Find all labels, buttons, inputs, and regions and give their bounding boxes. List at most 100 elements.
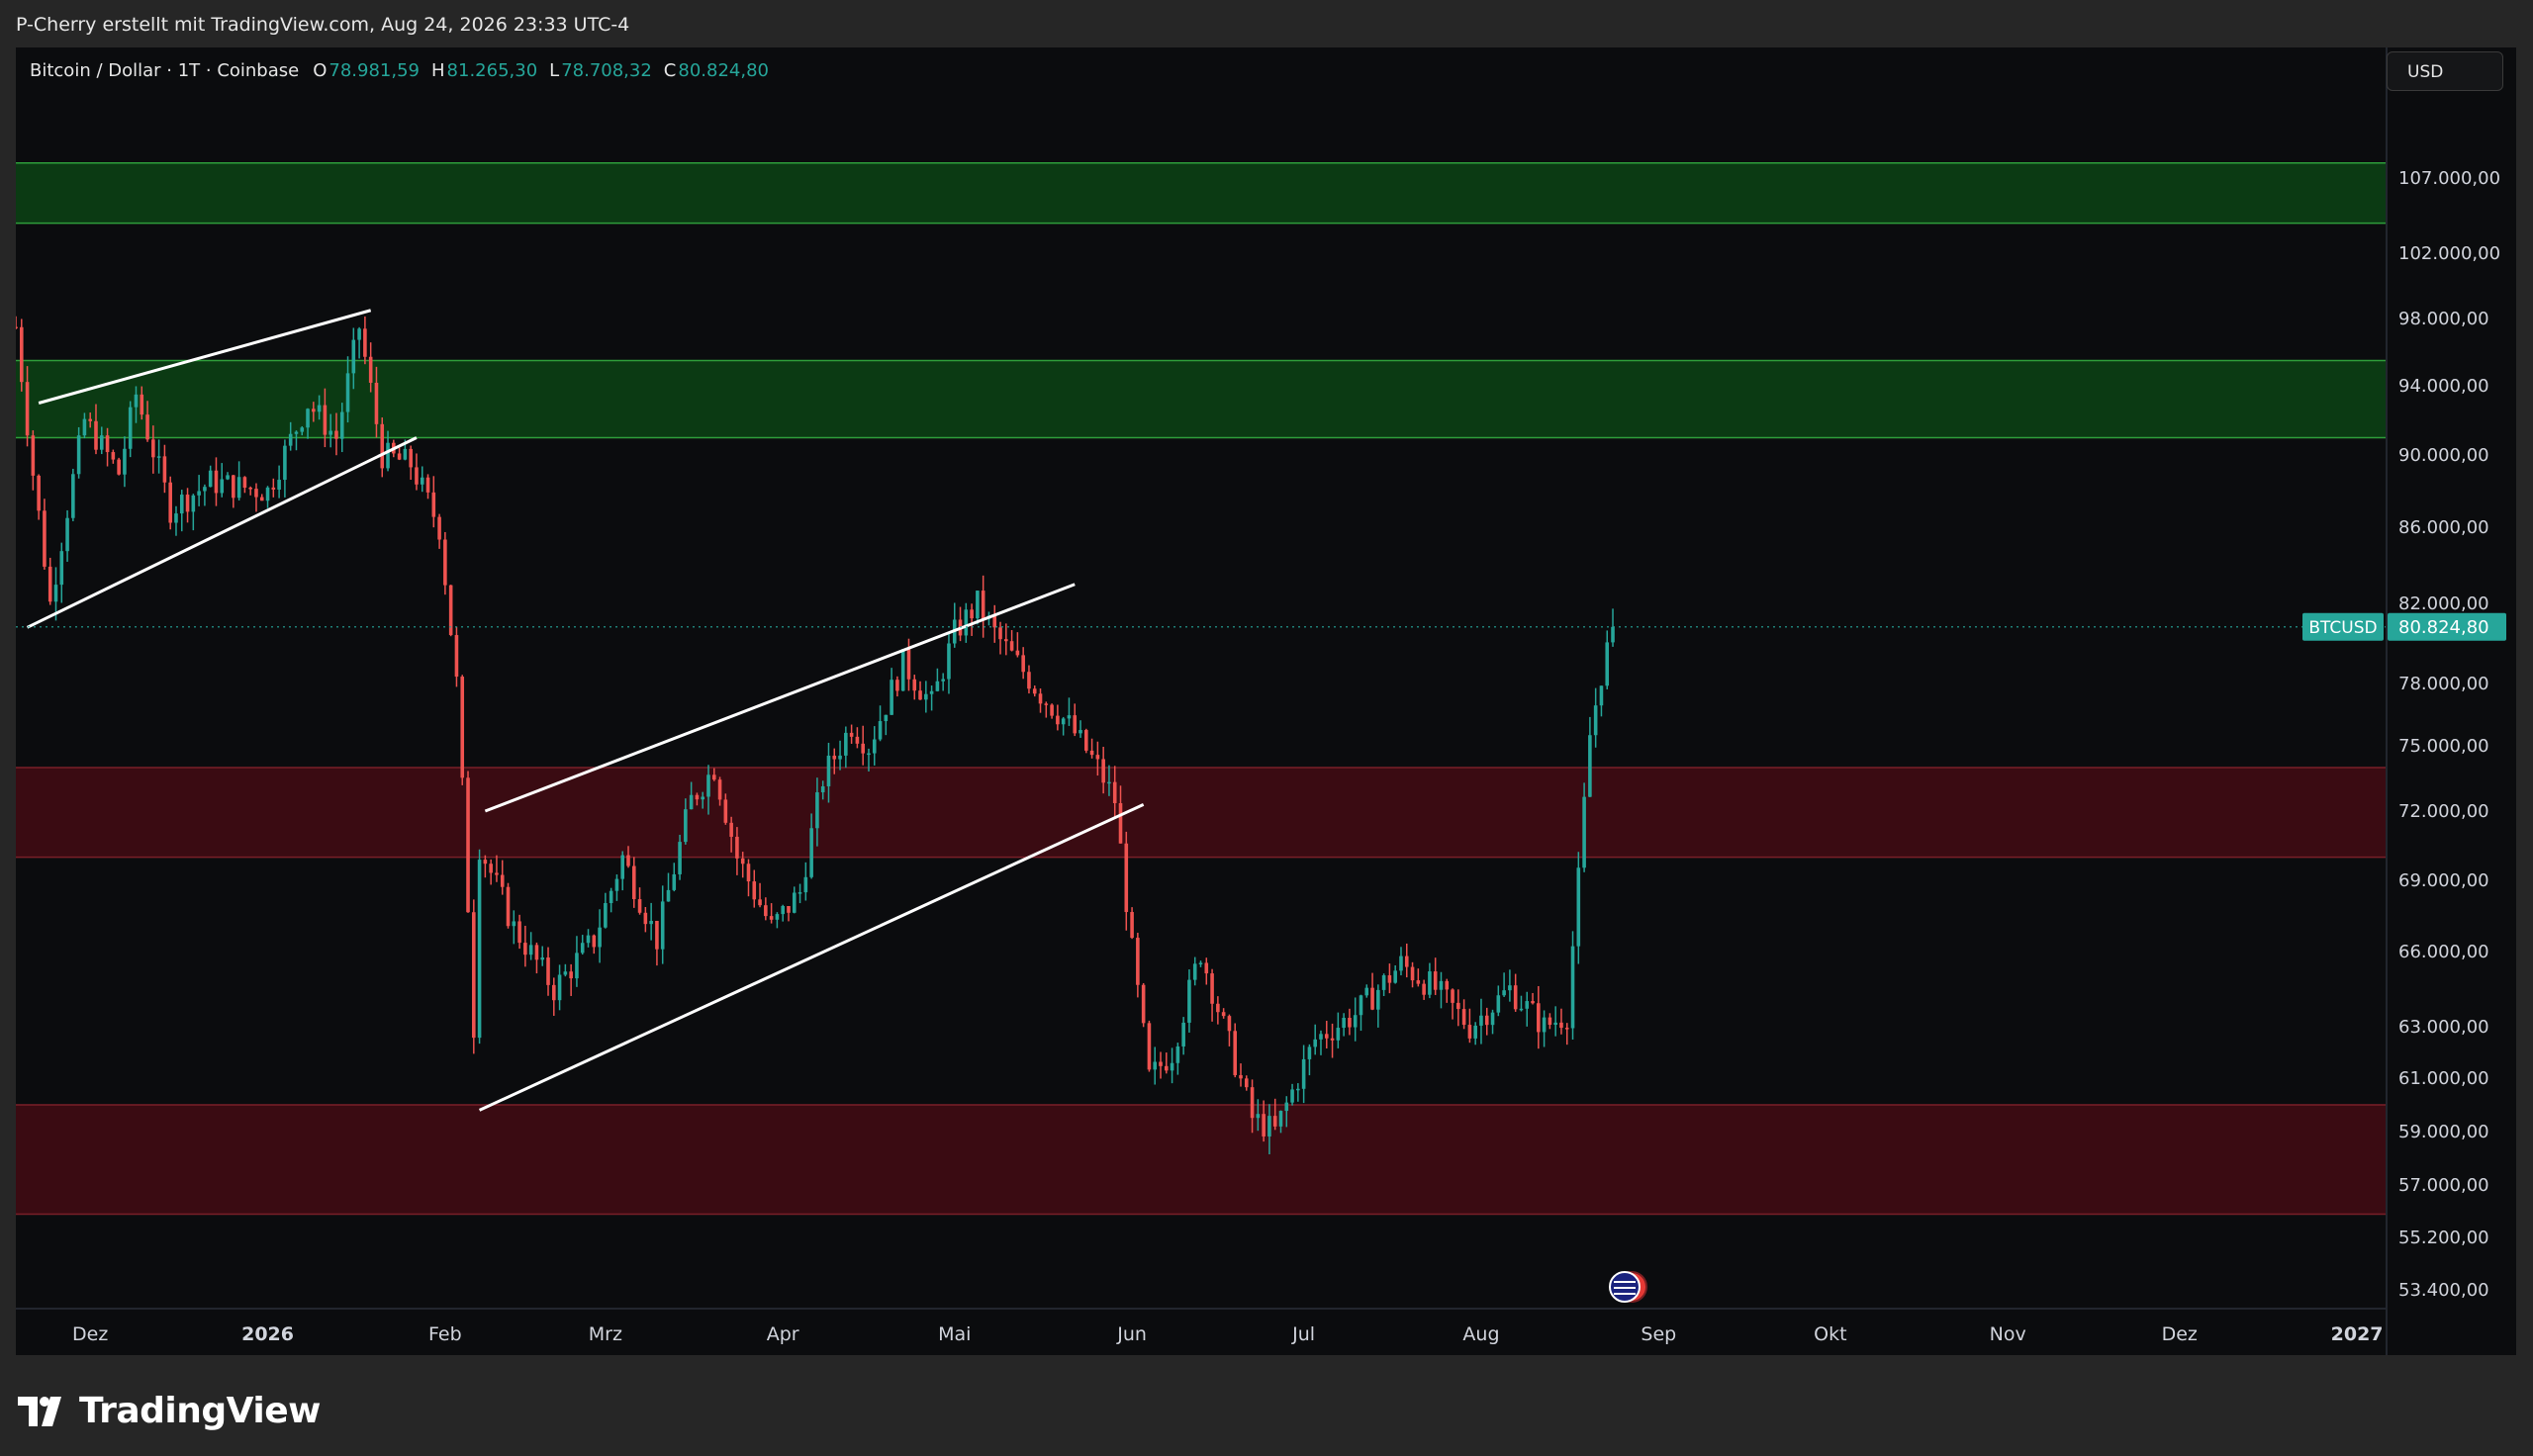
candle-body — [970, 609, 974, 619]
candle — [764, 897, 768, 921]
candle-body — [1009, 641, 1014, 651]
currency-selector[interactable]: USD — [2387, 51, 2503, 91]
header-bar: P-Cherry erstellt mit TradingView.com, A… — [0, 0, 2533, 47]
candle-body — [769, 916, 774, 920]
candle-body — [1107, 781, 1111, 784]
candle-body — [666, 889, 671, 902]
candle — [992, 604, 997, 643]
candle-body — [386, 442, 390, 469]
candle-body — [1290, 1089, 1294, 1103]
candle — [1484, 1007, 1489, 1036]
candle-body — [179, 495, 184, 514]
candle-body — [140, 394, 144, 415]
candle — [855, 727, 860, 749]
candle — [259, 494, 264, 501]
candle — [472, 899, 476, 1054]
tradingview-logo[interactable]: TradingView — [18, 1391, 321, 1431]
candle — [660, 885, 665, 964]
candle — [1593, 687, 1598, 748]
time-tick-label: Mrz — [589, 1323, 622, 1345]
candle — [775, 912, 780, 929]
candle — [1456, 989, 1460, 1027]
candle — [203, 484, 207, 506]
candle — [781, 904, 785, 922]
candle — [174, 505, 178, 536]
candle-body — [626, 855, 630, 866]
candle — [1050, 703, 1054, 719]
candle-body — [1313, 1039, 1317, 1047]
candle — [580, 935, 585, 956]
candle-body — [53, 585, 58, 602]
price-tick-label: 78.000,00 — [2398, 674, 2489, 694]
candlestick-chart[interactable]: 107.000,00 102.000,00 98.000,00 94.000,00 90… — [16, 47, 2516, 1355]
candle-body — [65, 517, 69, 552]
candle-body — [1284, 1102, 1289, 1112]
candle-body — [820, 785, 825, 793]
price-tick-label: 59.000,00 — [2398, 1122, 2489, 1142]
candle-body — [236, 477, 241, 499]
candle — [614, 874, 619, 901]
us-flag-event-icon[interactable] — [1609, 1271, 1647, 1303]
candle-body — [168, 482, 172, 523]
candle-body — [895, 680, 899, 691]
candle-body — [374, 382, 379, 424]
candle-body — [711, 774, 716, 780]
candle-body — [111, 452, 116, 460]
time-tick-label: Sep — [1641, 1323, 1676, 1345]
candle-body — [1496, 995, 1501, 1013]
candle-body — [1021, 655, 1025, 673]
candle-body — [1605, 642, 1610, 686]
candle — [575, 936, 579, 987]
candle-body — [1216, 1003, 1220, 1013]
candle-body — [1175, 1046, 1180, 1063]
candle — [1451, 988, 1454, 1020]
candle — [517, 914, 521, 950]
candle — [380, 417, 385, 478]
candle-body — [1136, 938, 1140, 985]
candle — [947, 632, 951, 694]
candle — [620, 851, 625, 891]
price-tick-label: 63.000,00 — [2398, 1017, 2489, 1038]
candle-body — [1124, 843, 1129, 913]
candle-body — [1198, 962, 1203, 964]
candle-body — [1564, 1028, 1569, 1030]
candle — [1490, 1009, 1495, 1035]
price-tick-label: 72.000,00 — [2398, 801, 2489, 822]
candle-body — [723, 799, 728, 823]
candle — [1061, 716, 1066, 736]
candle-body — [506, 886, 511, 927]
candle-body — [832, 755, 837, 760]
candle-body — [483, 860, 488, 864]
time-tick-label: Mai — [938, 1323, 971, 1345]
candle — [976, 591, 980, 625]
candle-body — [1118, 803, 1123, 844]
candle — [1147, 1020, 1152, 1072]
candle-body — [1272, 1116, 1277, 1127]
candle-body — [1439, 980, 1444, 990]
candle — [900, 648, 905, 691]
candle — [168, 476, 172, 530]
candle-body — [265, 487, 270, 501]
candle — [431, 476, 436, 528]
candle-body — [1084, 730, 1088, 751]
candle-body — [185, 495, 190, 512]
candle — [254, 483, 258, 512]
candle — [523, 925, 527, 967]
candle — [283, 439, 287, 498]
candle — [506, 882, 511, 929]
candle — [792, 886, 797, 914]
candle — [1342, 1013, 1346, 1037]
candle-body — [884, 714, 889, 722]
chart-area[interactable]: 107.000,00 102.000,00 98.000,00 94.000,00 90… — [16, 47, 2516, 1355]
candle-body — [534, 945, 539, 960]
candle-body — [929, 690, 934, 694]
candle-body — [1319, 1034, 1323, 1040]
candle-body — [472, 912, 476, 1039]
legend-c_value: 80.824,80 — [678, 60, 769, 81]
candle — [1319, 1030, 1323, 1055]
candle — [631, 857, 636, 908]
candle — [1461, 999, 1466, 1030]
candle-body — [425, 477, 430, 493]
candle — [803, 862, 808, 901]
candle — [964, 602, 969, 643]
